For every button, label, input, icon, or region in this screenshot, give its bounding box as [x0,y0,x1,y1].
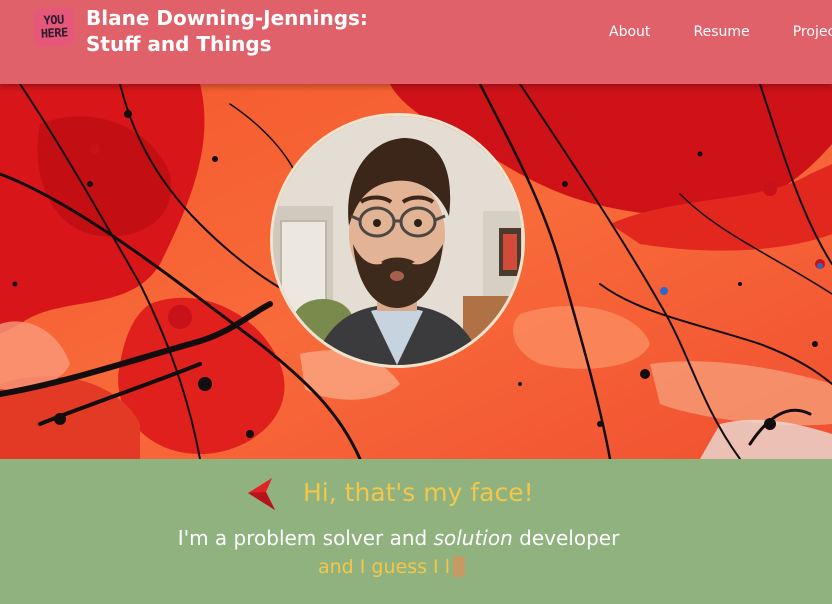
nav-projects[interactable]: Projects [793,23,832,41]
tagline-end: developer [512,526,620,550]
main-nav: About Resume Projects [609,21,832,41]
logo-line-2: HERE [40,25,69,41]
tagline: I'm a problem solver and solution develo… [0,525,797,551]
profile-photo [270,113,525,368]
greeting-heading: Hi, that's my face! [303,478,534,507]
site-header: YOU HERE Blane Downing-Jennings: Stuff a… [0,0,832,84]
intro-section: Hi, that's my face! I'm a problem solver… [0,459,832,604]
site-title-line-1: Blane Downing-Jennings: [86,6,368,30]
nav-resume[interactable]: Resume [694,23,750,41]
typewriter-content: and I guess I l [318,556,450,578]
typewriter-text: and I guess I l [318,555,465,579]
tagline-emphasis: solution [433,526,513,550]
typing-cursor [452,556,465,577]
cursor-arrow-icon [248,478,275,510]
tagline-start: I'm a problem solver and [177,526,434,550]
you-here-logo[interactable]: YOU HERE [33,6,75,48]
site-title-line-2: Stuff and Things [86,32,272,56]
site-title[interactable]: Blane Downing-Jennings: Stuff and Things [86,5,406,57]
nav-about[interactable]: About [609,23,650,41]
